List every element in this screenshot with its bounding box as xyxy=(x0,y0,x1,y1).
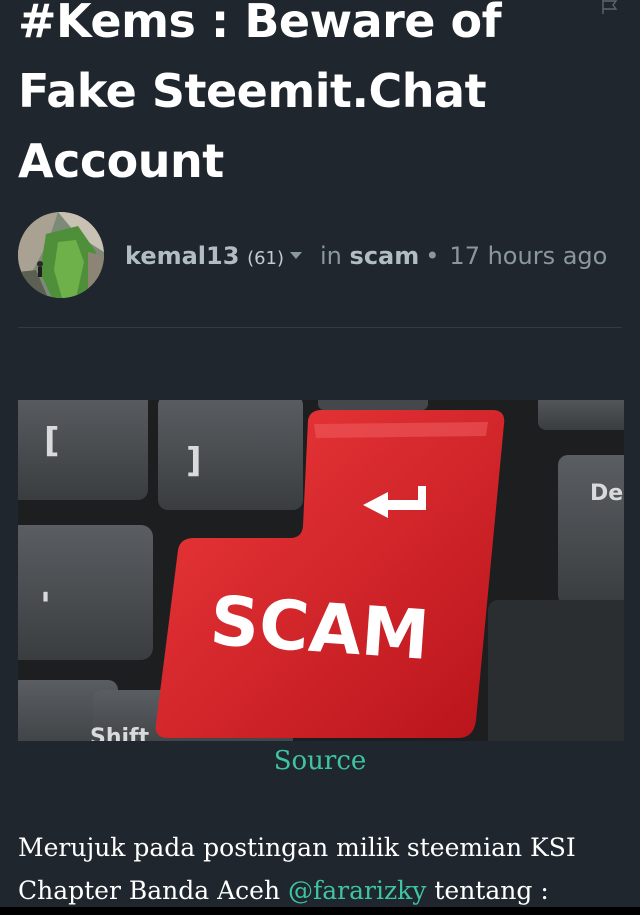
flag-icon[interactable] xyxy=(602,0,618,14)
body-text-end: tentang : xyxy=(426,876,549,905)
key-label-bracket-open: [ xyxy=(44,421,60,461)
divider xyxy=(18,327,622,328)
post-meta-row: kemal13 (61) in scam • 17 hours ago xyxy=(18,212,622,300)
user-mention-link[interactable]: @fararizky xyxy=(288,876,426,905)
author-name[interactable]: kemal13 xyxy=(125,242,239,270)
category-link[interactable]: scam xyxy=(350,242,420,270)
key-label-delete: De xyxy=(590,481,623,506)
in-label: in xyxy=(320,242,342,270)
author-avatar[interactable] xyxy=(18,212,104,298)
meta-separator: • xyxy=(425,242,440,270)
image-source-link[interactable]: Source xyxy=(0,741,640,781)
chevron-down-icon[interactable] xyxy=(290,252,303,259)
post-timestamp: 17 hours ago xyxy=(449,242,608,270)
post-title: #Kems : Beware of Fake Steemit.Chat Acco… xyxy=(18,0,502,188)
post-image[interactable]: [ ] De ' Shift SCAM xyxy=(18,400,624,741)
bottom-bar xyxy=(0,907,640,915)
scam-keyboard-image: [ ] De ' Shift SCAM xyxy=(18,400,624,741)
author-reputation: (61) xyxy=(247,248,285,269)
scam-key-label: SCAM xyxy=(208,582,432,676)
key-label-apostrophe: ' xyxy=(40,586,51,627)
post-body-paragraph: Merujuk pada postingan milik steemian KS… xyxy=(18,826,622,912)
post-meta: kemal13 (61) in scam • 17 hours ago xyxy=(125,238,607,274)
key-label-bracket-close: ] xyxy=(186,441,202,481)
key-label-shift: Shift xyxy=(90,725,150,741)
avatar-image xyxy=(18,212,104,298)
post-page: #Kems : Beware of Fake Steemit.Chat Acco… xyxy=(0,0,640,915)
